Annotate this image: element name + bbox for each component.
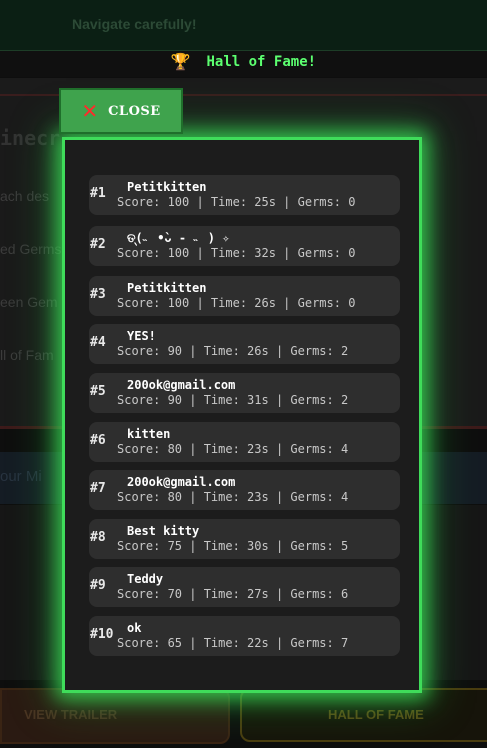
leaderboard-entry: #2 ତ୍(˵ •̀ᴗ - ˵ ) ✧ Score: 100 | Time: 3… [89,226,400,266]
entry-rank: #1 [90,186,106,201]
banner-title: Hall of Fame! [206,53,317,70]
close-label: CLOSE [108,103,161,119]
entry-stats: Score: 80 | Time: 23s | Germs: 4 [117,442,349,456]
close-x-icon: ✕ [81,99,99,123]
entry-name: Petitkitten [127,281,207,295]
top-hint-bar: Navigate carefully! [0,0,487,51]
entry-stats: Score: 75 | Time: 30s | Germs: 5 [117,539,349,553]
view-trailer-button[interactable]: VIEW TRAILER [0,688,230,744]
hall-of-fame-label: HALL OF FAME [328,707,424,722]
entry-name: YES! [127,329,156,343]
entry-rank: #2 [90,237,106,252]
entry-rank: #4 [90,335,106,350]
entry-stats: Score: 90 | Time: 31s | Germs: 2 [117,393,349,407]
trophy-icon: 🏆 [170,52,191,71]
entry-rank: #6 [90,433,106,448]
hall-of-fame-banner: 🏆 Hall of Fame! [0,51,487,77]
background-label: ed Germs [0,241,62,257]
entry-rank: #7 [90,481,106,496]
entry-name: Petitkitten [127,180,207,194]
entry-rank: #10 [90,627,114,642]
entry-stats: Score: 70 | Time: 27s | Germs: 6 [117,587,349,601]
leaderboard-entry: #7 200ok@gmail.com Score: 80 | Time: 23s… [89,470,400,510]
background-strip-text: our Mi [0,468,42,485]
leaderboard-entry: #10 ok Score: 65 | Time: 22s | Germs: 7 [89,616,400,656]
entry-rank: #3 [90,287,106,302]
leaderboard-entry: #8 Best kitty Score: 75 | Time: 30s | Ge… [89,519,400,559]
entry-rank: #5 [90,384,106,399]
entry-stats: Score: 100 | Time: 26s | Germs: 0 [117,296,356,310]
hint-text: Navigate carefully! [72,16,197,32]
leaderboard-entry: #6 kitten Score: 80 | Time: 23s | Germs:… [89,422,400,462]
entry-name: 200ok@gmail.com [127,475,236,489]
entry-stats: Score: 90 | Time: 26s | Germs: 2 [117,344,349,358]
entry-name: Teddy [127,572,164,586]
entry-name: ok [127,621,142,635]
entry-name: ତ୍(˵ •̀ᴗ - ˵ ) ✧ [127,231,230,245]
entry-name: kitten [127,427,171,441]
background-heading: inecr [0,126,61,150]
entry-name: Best kitty [127,524,200,538]
background-label: ach des [0,188,50,204]
leaderboard-entry: #5 200ok@gmail.com Score: 90 | Time: 31s… [89,373,400,413]
entry-rank: #9 [90,578,106,593]
leaderboard-modal: #1 Petitkitten Score: 100 | Time: 25s | … [62,137,422,693]
entry-stats: Score: 80 | Time: 23s | Germs: 4 [117,490,349,504]
entry-stats: Score: 100 | Time: 32s | Germs: 0 [117,246,356,260]
leaderboard-entry: #4 YES! Score: 90 | Time: 26s | Germs: 2 [89,324,400,364]
view-trailer-label: VIEW TRAILER [24,707,118,722]
entry-stats: Score: 100 | Time: 25s | Germs: 0 [117,195,356,209]
leaderboard-entry: #1 Petitkitten Score: 100 | Time: 25s | … [89,175,400,215]
entry-stats: Score: 65 | Time: 22s | Germs: 7 [117,636,349,650]
entry-name: 200ok@gmail.com [127,378,236,392]
background-label: ll of Fam [0,347,54,363]
leaderboard-entry: #3 Petitkitten Score: 100 | Time: 26s | … [89,276,400,316]
close-button[interactable]: ✕ CLOSE [59,88,183,134]
leaderboard-entry: #9 Teddy Score: 70 | Time: 27s | Germs: … [89,567,400,607]
background-label: een Gem [0,294,58,310]
entry-rank: #8 [90,530,106,545]
hall-of-fame-button[interactable]: HALL OF FAME [240,688,487,742]
